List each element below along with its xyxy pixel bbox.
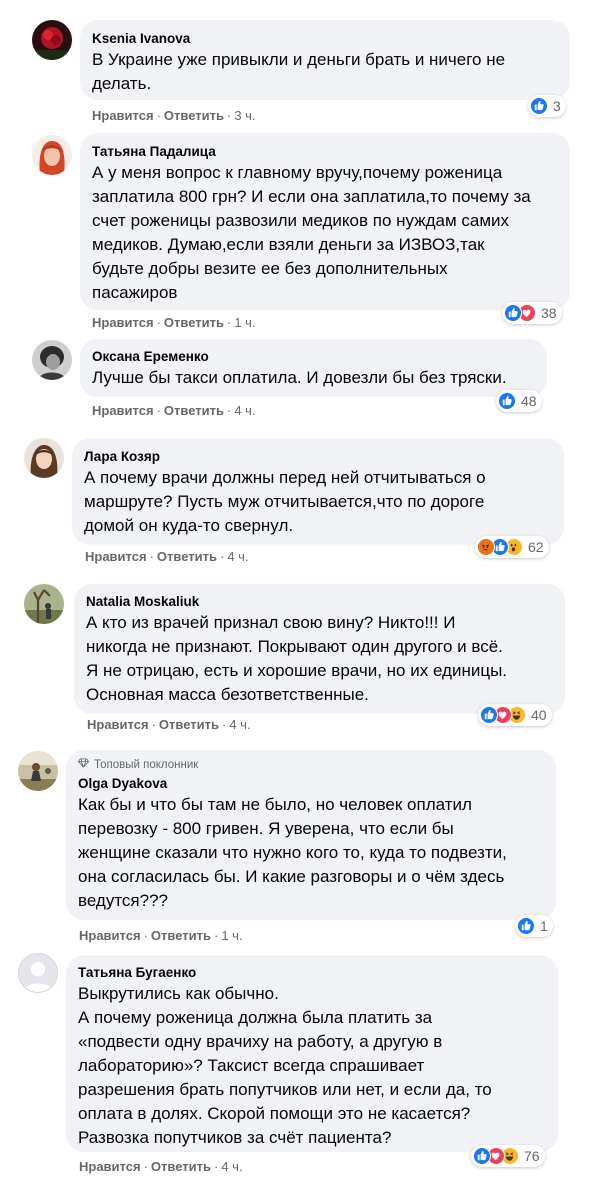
- reaction-count: 40: [531, 707, 547, 723]
- comment-bubble: Татьяна Бугаенко Выкрутились как обычно.…: [66, 955, 558, 1152]
- comment-actions: Нравится · Ответить · 4 ч.: [92, 403, 256, 418]
- like-button[interactable]: Нравится: [92, 315, 154, 330]
- comment-bubble: Natalia Moskaliuk А кто из врачей призна…: [74, 584, 565, 714]
- comment-time[interactable]: 4 ч.: [227, 549, 248, 564]
- like-reaction-icon: [530, 97, 548, 115]
- comment-time[interactable]: 1 ч.: [234, 315, 255, 330]
- comment-bubble: Татьяна Падалица А у меня вопрос к главн…: [80, 133, 570, 310]
- avatar[interactable]: [32, 340, 72, 380]
- diamond-icon: [78, 758, 89, 773]
- comment-author[interactable]: Оксана Еременко: [92, 348, 535, 366]
- reply-button[interactable]: Ответить: [164, 108, 224, 123]
- like-reaction-icon: [517, 917, 535, 935]
- reaction-count: 48: [521, 393, 537, 409]
- reply-button[interactable]: Ответить: [164, 315, 224, 330]
- comment-time[interactable]: 4 ч.: [221, 1159, 242, 1174]
- comment-actions: Нравится · Ответить · 4 ч.: [85, 549, 249, 564]
- reaction-summary[interactable]: 3: [528, 95, 566, 117]
- like-reaction-icon: [504, 304, 522, 322]
- comment-bubble: Топовый поклонник Olga Dyakova Как бы и …: [66, 750, 556, 920]
- reaction-count: 1: [540, 918, 548, 934]
- comment-text: В Украине уже привыкли и деньги брать и …: [92, 50, 506, 93]
- reaction-count: 38: [541, 305, 557, 321]
- like-reaction-icon: [473, 1147, 491, 1165]
- reaction-count: 76: [524, 1148, 540, 1164]
- comment-text: А кто из врачей признал свою вину? Никто…: [86, 613, 508, 704]
- top-fan-badge: Топовый поклонник: [78, 758, 544, 773]
- like-reaction-icon: [480, 706, 498, 724]
- like-reaction-icon: [498, 392, 516, 410]
- reaction-summary[interactable]: 48: [496, 390, 542, 412]
- comment-author[interactable]: Татьяна Падалица: [92, 143, 558, 161]
- like-button[interactable]: Нравится: [87, 717, 149, 732]
- comment-time[interactable]: 1 ч.: [221, 928, 242, 943]
- reply-button[interactable]: Ответить: [164, 403, 224, 418]
- reply-button[interactable]: Ответить: [151, 1159, 211, 1174]
- reaction-summary[interactable]: 1: [515, 915, 553, 937]
- like-button[interactable]: Нравится: [92, 403, 154, 418]
- comment-actions: Нравится · Ответить · 1 ч.: [92, 315, 256, 330]
- comment-text: Выкрутились как обычно. А почему рожениц…: [78, 984, 492, 1147]
- reaction-summary[interactable]: 76: [471, 1145, 545, 1167]
- comment-time[interactable]: 3 ч.: [234, 108, 255, 123]
- comment-author[interactable]: Natalia Moskaliuk: [86, 593, 553, 611]
- comment-bubble: Ksenia Ivanova В Украине уже привыкли и …: [80, 20, 570, 100]
- comment-time[interactable]: 4 ч.: [234, 403, 255, 418]
- avatar[interactable]: [18, 953, 58, 993]
- top-fan-label: Топовый поклонник: [94, 759, 199, 771]
- avatar[interactable]: [32, 20, 72, 60]
- like-button[interactable]: Нравится: [79, 928, 141, 943]
- comment-text: Лучше бы такси оплатила. И довезли бы бе…: [92, 368, 507, 387]
- like-button[interactable]: Нравится: [79, 1159, 141, 1174]
- reaction-summary[interactable]: 40: [478, 704, 552, 726]
- comment-text: А почему врачи должны перед ней отчитыва…: [84, 468, 486, 535]
- comment-actions: Нравится · Ответить · 4 ч.: [79, 1159, 243, 1174]
- comment-actions: Нравится · Ответить · 3 ч.: [92, 108, 256, 123]
- avatar[interactable]: [24, 438, 64, 478]
- comment-author[interactable]: Ksenia Ivanova: [92, 30, 558, 48]
- reply-button[interactable]: Ответить: [159, 717, 219, 732]
- comment-bubble: Оксана Еременко Лучше бы такси оплатила.…: [80, 339, 547, 397]
- avatar[interactable]: [24, 584, 64, 624]
- reaction-count: 62: [528, 539, 544, 555]
- angry-reaction-icon: [477, 538, 495, 556]
- comment-actions: Нравится · Ответить · 1 ч.: [79, 928, 243, 943]
- comment-bubble: Лара Козяр А почему врачи должны перед н…: [72, 438, 564, 545]
- reply-button[interactable]: Ответить: [151, 928, 211, 943]
- like-button[interactable]: Нравится: [85, 549, 147, 564]
- reaction-count: 3: [553, 98, 561, 114]
- comment-text: А у меня вопрос к главному вручу,почему …: [92, 163, 531, 302]
- reaction-summary[interactable]: 38: [502, 302, 562, 324]
- comment-text: Как бы и что бы там не было, но человек …: [78, 795, 507, 910]
- reply-button[interactable]: Ответить: [157, 549, 217, 564]
- comment-author[interactable]: Лара Козяр: [84, 448, 552, 466]
- comment-author[interactable]: Татьяна Бугаенко: [78, 964, 546, 982]
- comment-actions: Нравится · Ответить · 4 ч.: [87, 717, 251, 732]
- like-button[interactable]: Нравится: [92, 108, 154, 123]
- avatar[interactable]: [18, 751, 58, 791]
- comment-time[interactable]: 4 ч.: [229, 717, 250, 732]
- reaction-summary[interactable]: 62: [475, 536, 549, 558]
- comment-author[interactable]: Olga Dyakova: [78, 775, 544, 793]
- avatar[interactable]: [32, 135, 72, 175]
